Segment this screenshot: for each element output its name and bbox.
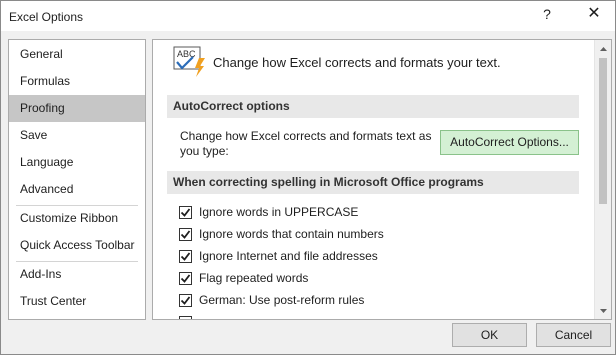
nav-item-general[interactable]: General xyxy=(9,41,145,68)
title-bar: Excel Options ? ✕ xyxy=(1,1,615,31)
nav-item-customize-ribbon[interactable]: Customize Ribbon xyxy=(9,205,145,232)
options-nav: General Formulas Proofing Save Language … xyxy=(8,39,146,320)
option-label: Ignore words that contain numbers xyxy=(199,227,384,241)
section-spelling: When correcting spelling in Microsoft Of… xyxy=(167,171,579,194)
option-label: German: Use post-reform rules xyxy=(199,293,365,307)
nav-item-advanced[interactable]: Advanced xyxy=(9,176,145,203)
scroll-down-arrow-icon[interactable] xyxy=(595,302,612,319)
nav-item-language[interactable]: Language xyxy=(9,149,145,176)
checkbox[interactable] xyxy=(179,272,192,285)
check-mark-icon xyxy=(180,296,191,305)
scroll-up-arrow-icon[interactable] xyxy=(595,41,612,58)
abc-check-icon: ABC xyxy=(173,46,205,77)
proofing-panel: ABC Change how Excel corrects and format… xyxy=(152,39,612,320)
option-label: Ignore words in UPPERCASE xyxy=(199,205,359,219)
nav-item-trust-center[interactable]: Trust Center xyxy=(9,288,145,315)
option-label: Ignore Internet and file addresses xyxy=(199,249,378,263)
check-mark-icon xyxy=(180,252,191,261)
checkbox[interactable] xyxy=(179,250,192,263)
check-mark-icon xyxy=(180,274,191,283)
section-autocorrect: AutoCorrect options xyxy=(167,95,579,118)
checkbox[interactable] xyxy=(179,294,192,307)
checkbox[interactable] xyxy=(179,206,192,219)
autocorrect-options-button[interactable]: AutoCorrect Options... xyxy=(440,130,579,155)
close-button[interactable]: ✕ xyxy=(580,3,608,27)
nav-item-add-ins[interactable]: Add-Ins xyxy=(9,261,145,288)
ok-button[interactable]: OK xyxy=(452,323,527,347)
help-button[interactable]: ? xyxy=(533,3,561,27)
nav-item-proofing[interactable]: Proofing xyxy=(9,95,145,122)
check-mark-icon xyxy=(180,208,191,217)
check-mark-icon xyxy=(180,230,191,239)
checkbox[interactable] xyxy=(179,228,192,241)
nav-item-quick-access-toolbar[interactable]: Quick Access Toolbar xyxy=(9,232,145,259)
page-header: Change how Excel corrects and formats yo… xyxy=(213,55,501,70)
option-label: Flag repeated words xyxy=(199,271,309,285)
scrollbar-thumb[interactable] xyxy=(599,58,607,204)
excel-options-dialog: Excel Options ? ✕ General Formulas Proof… xyxy=(0,0,616,355)
autocorrect-description: Change how Excel corrects and formats te… xyxy=(180,129,432,158)
checkbox[interactable] xyxy=(179,316,192,319)
cancel-button[interactable]: Cancel xyxy=(536,323,611,347)
nav-item-formulas[interactable]: Formulas xyxy=(9,68,145,95)
nav-item-save[interactable]: Save xyxy=(9,122,145,149)
vertical-scrollbar[interactable] xyxy=(594,40,611,319)
window-title: Excel Options xyxy=(9,10,84,24)
